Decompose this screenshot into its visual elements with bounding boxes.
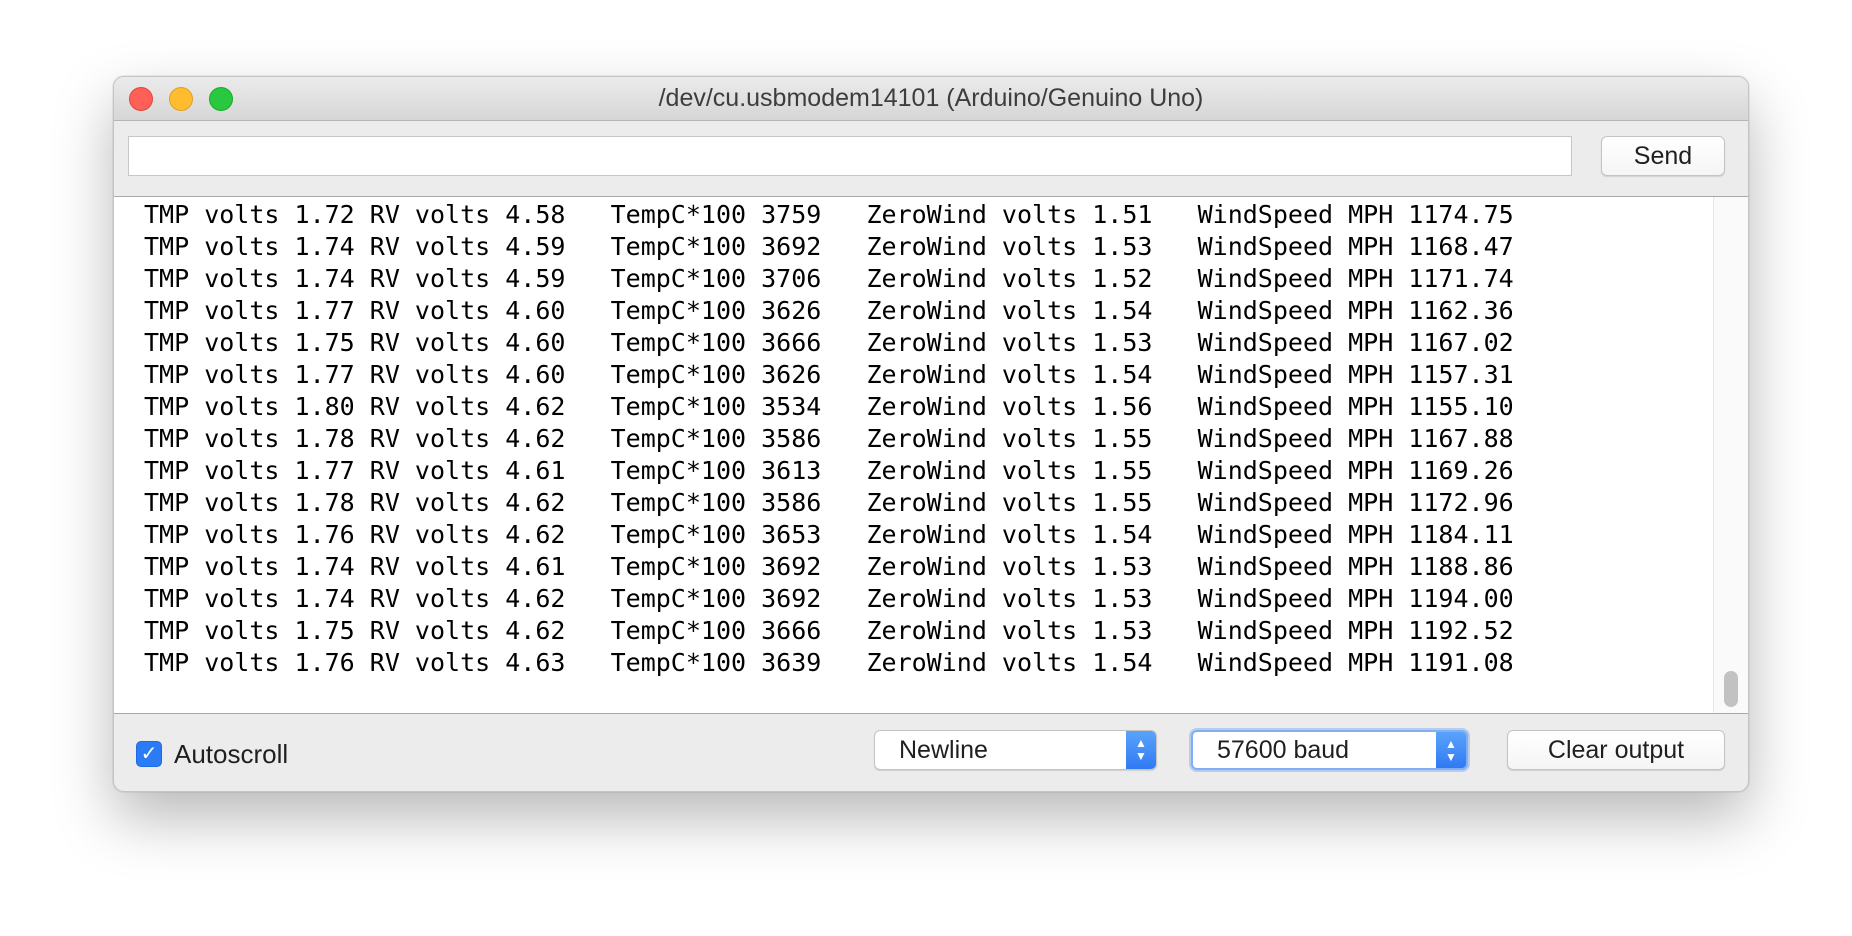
output-line: TMP volts 1.74 RV volts 4.59 TempC*100 3…	[144, 232, 1514, 261]
output-line: TMP volts 1.75 RV volts 4.62 TempC*100 3…	[144, 616, 1514, 645]
output-line: TMP volts 1.77 RV volts 4.60 TempC*100 3…	[144, 296, 1514, 325]
footer-bar: ✓ Autoscroll Newline ▲ ▼ 57600 baud ▲ ▼ Cl…	[114, 714, 1748, 791]
line-ending-select[interactable]: Newline ▲ ▼	[874, 730, 1157, 770]
output-scrollbar[interactable]	[1713, 197, 1748, 713]
chevron-up-down-icon: ▲ ▼	[1436, 732, 1466, 768]
clear-output-button[interactable]: Clear output	[1507, 730, 1725, 770]
autoscroll-checkbox[interactable]: ✓	[136, 741, 162, 767]
baud-rate-value: 57600 baud	[1217, 736, 1350, 764]
serial-output-area[interactable]: TMP volts 1.72 RV volts 4.58 TempC*100 3…	[114, 196, 1748, 714]
output-line: TMP volts 1.77 RV volts 4.60 TempC*100 3…	[144, 360, 1514, 389]
output-line: TMP volts 1.72 RV volts 4.58 TempC*100 3…	[144, 200, 1514, 229]
output-line: TMP volts 1.76 RV volts 4.62 TempC*100 3…	[144, 520, 1514, 549]
scrollbar-thumb[interactable]	[1724, 671, 1738, 707]
chevron-up-down-icon: ▲ ▼	[1126, 731, 1156, 769]
window-title: /dev/cu.usbmodem14101 (Arduino/Genuino U…	[658, 84, 1204, 112]
line-ending-value: Newline	[899, 736, 988, 764]
serial-send-input[interactable]	[128, 136, 1572, 176]
output-line: TMP volts 1.74 RV volts 4.59 TempC*100 3…	[144, 264, 1514, 293]
output-line: TMP volts 1.74 RV volts 4.62 TempC*100 3…	[144, 584, 1514, 613]
baud-rate-select[interactable]: 57600 baud ▲ ▼	[1191, 730, 1468, 770]
output-line: TMP volts 1.74 RV volts 4.61 TempC*100 3…	[144, 552, 1514, 581]
output-line: TMP volts 1.78 RV volts 4.62 TempC*100 3…	[144, 424, 1514, 453]
send-button[interactable]: Send	[1601, 136, 1725, 176]
output-lines: TMP volts 1.72 RV volts 4.58 TempC*100 3…	[144, 199, 1514, 679]
title-bar[interactable]: /dev/cu.usbmodem14101 (Arduino/Genuino U…	[114, 77, 1748, 121]
serial-monitor-window: /dev/cu.usbmodem14101 (Arduino/Genuino U…	[113, 76, 1749, 792]
output-line: TMP volts 1.78 RV volts 4.62 TempC*100 3…	[144, 488, 1514, 517]
autoscroll-label: Autoscroll	[174, 739, 289, 769]
output-line: TMP volts 1.76 RV volts 4.63 TempC*100 3…	[144, 648, 1514, 677]
output-line: TMP volts 1.77 RV volts 4.61 TempC*100 3…	[144, 456, 1514, 485]
checkmark-icon: ✓	[140, 743, 158, 765]
output-line: TMP volts 1.75 RV volts 4.60 TempC*100 3…	[144, 328, 1514, 357]
output-line: TMP volts 1.80 RV volts 4.62 TempC*100 3…	[144, 392, 1514, 421]
